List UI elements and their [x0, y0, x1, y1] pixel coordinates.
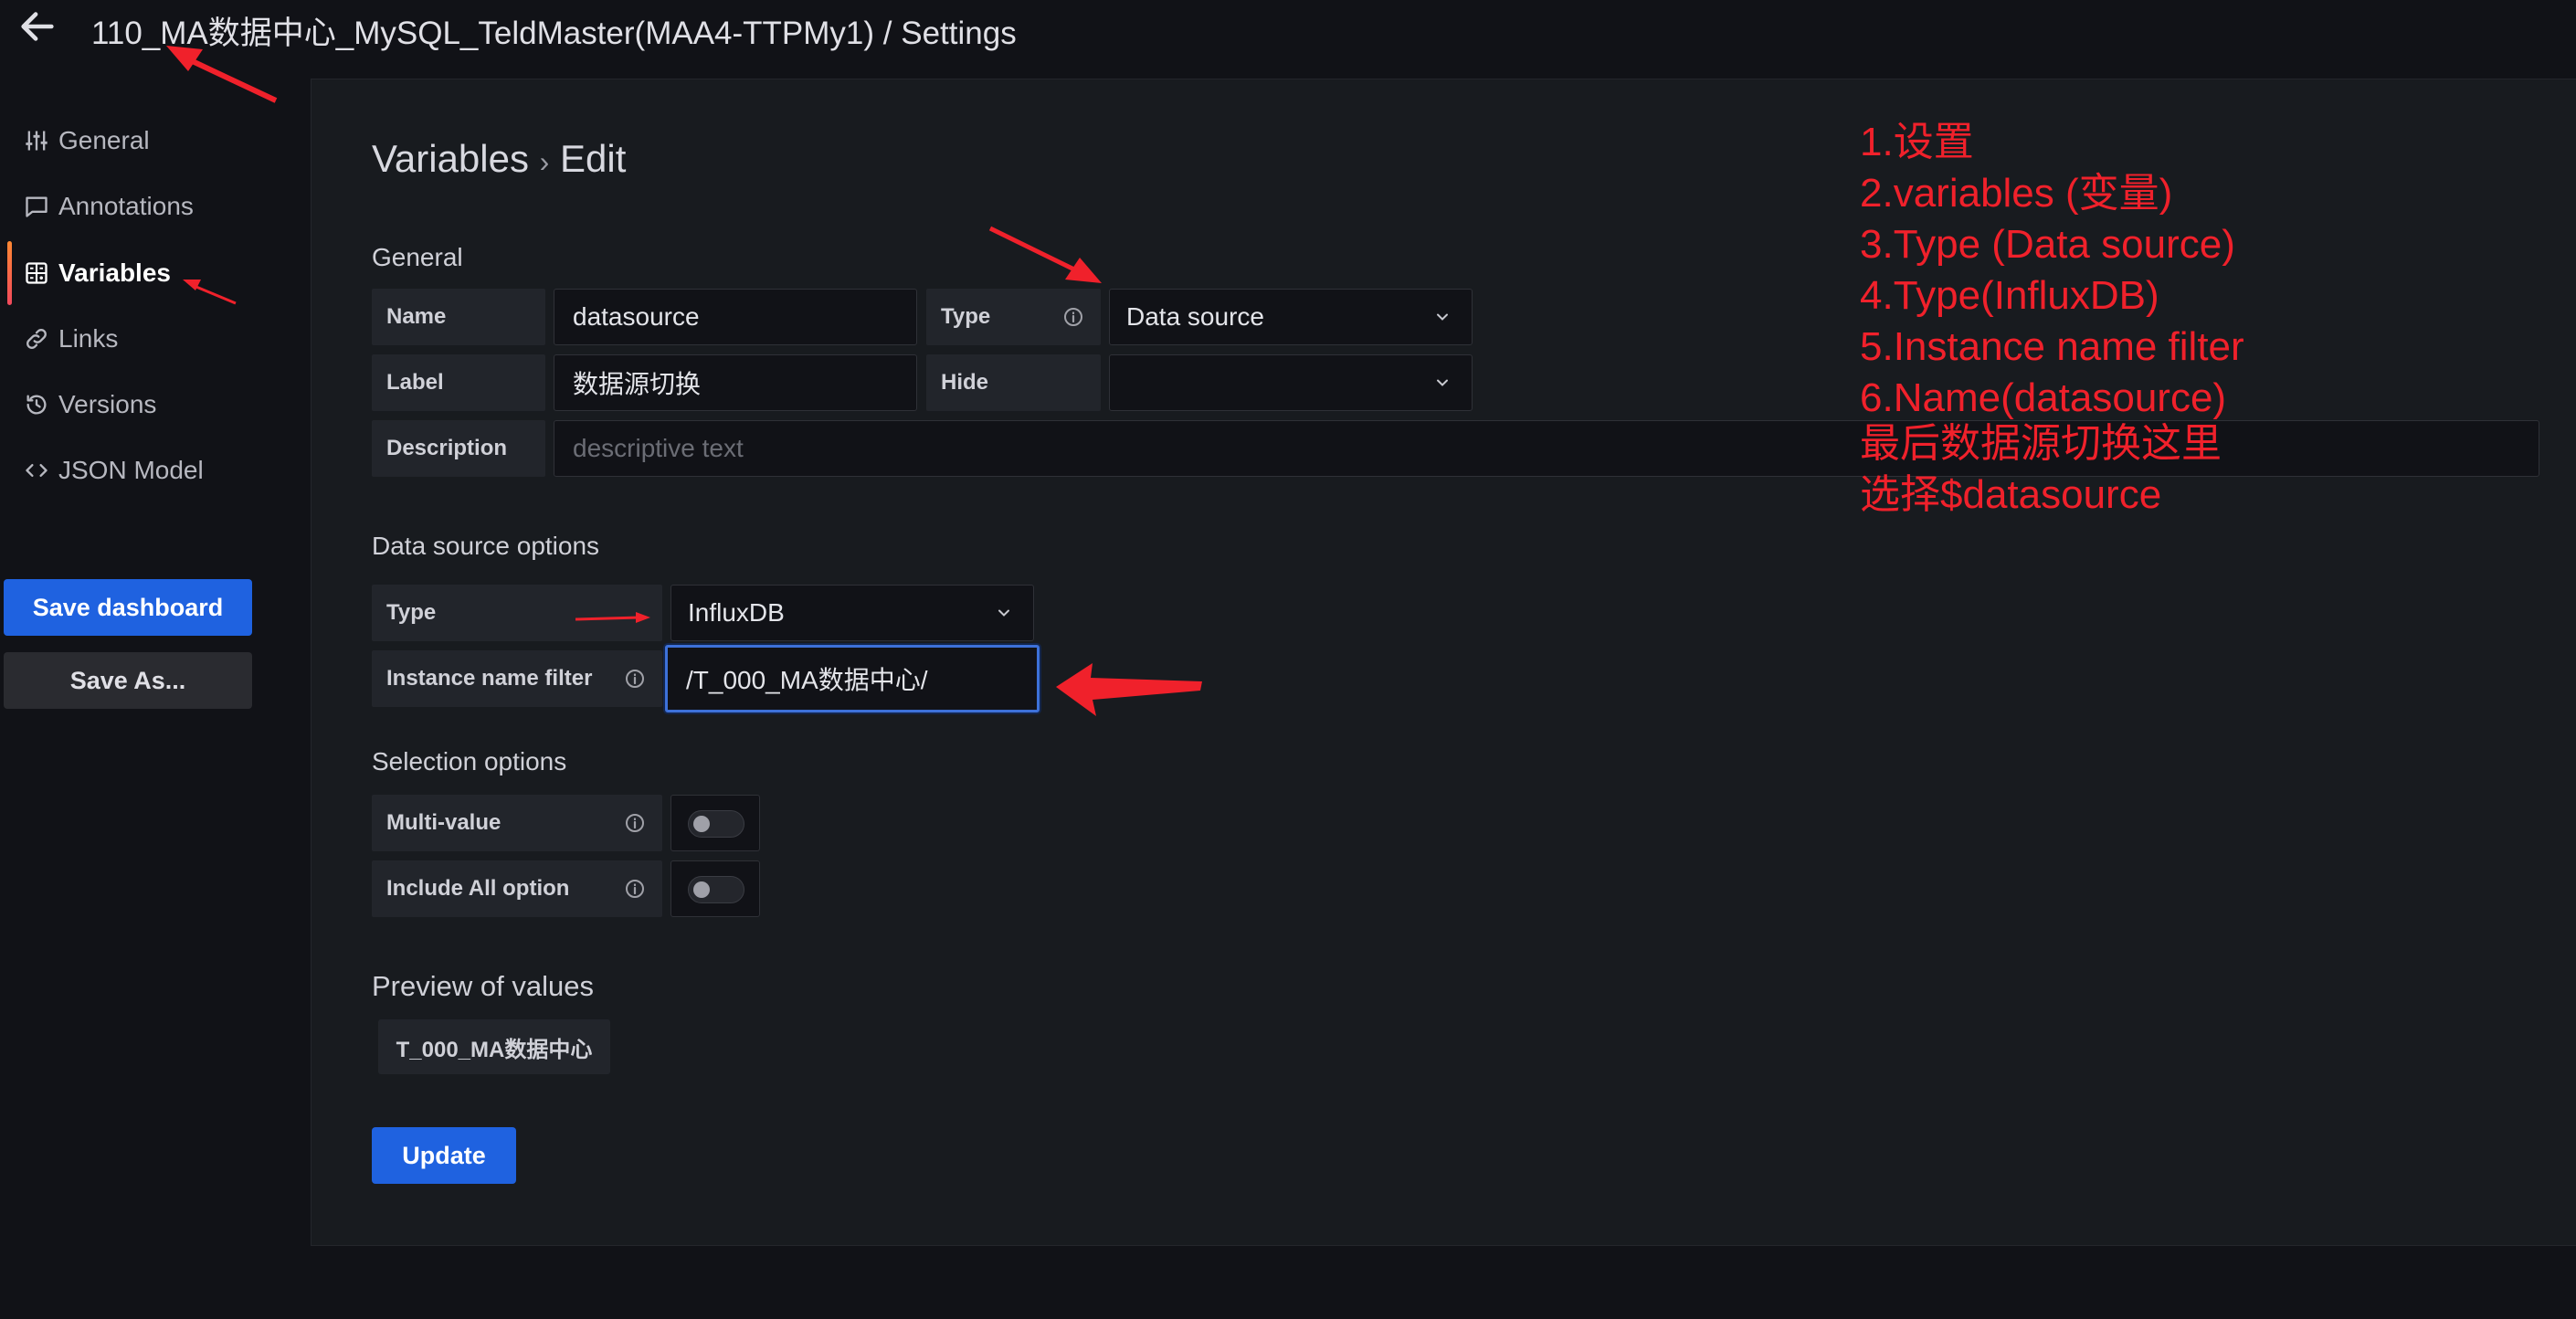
annotation-arrow	[988, 226, 1078, 273]
annotation-arrow-head	[1065, 258, 1102, 283]
annotation-arrow-head	[636, 612, 650, 623]
annotation-arrow	[575, 616, 640, 621]
annotation-arrow	[181, 54, 278, 103]
annotation-arrows	[166, 46, 1202, 716]
annotation-arrow-head	[166, 46, 203, 71]
annotation-arrow-head	[1056, 663, 1202, 716]
annotation-arrow	[191, 283, 237, 305]
